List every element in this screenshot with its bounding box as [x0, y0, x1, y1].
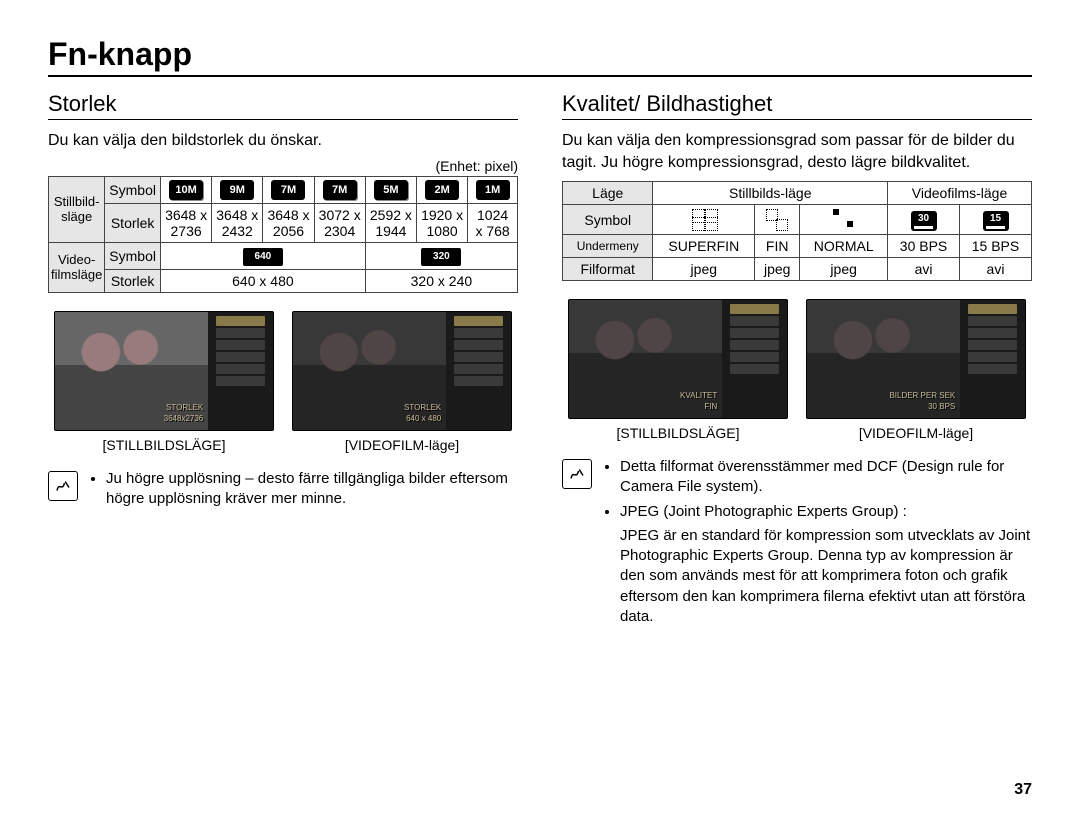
camera-screen: STORLEK 640 x 480 [292, 311, 512, 431]
symbol-label: Symbol [105, 176, 161, 203]
manual-page: Fn-knapp Storlek Du kan välja den bildst… [0, 0, 1080, 815]
size-cell: 3648 x 2056 [263, 203, 314, 242]
quality-icon [653, 205, 755, 235]
note-item: JPEG (Joint Photographic Experts Group) … [620, 502, 1032, 522]
size-cell: 2592 x 1944 [365, 203, 416, 242]
submenu-val: 15 BPS [960, 235, 1032, 258]
note-list: Detta filformat överensstämmer med DCF (… [602, 457, 1032, 522]
size-icon: 10M [160, 176, 211, 203]
storlek-label: Storlek [105, 269, 161, 292]
size-icon: 9M [212, 176, 263, 203]
video-size: 640 x 480 [160, 269, 365, 292]
video-size: 320 x 240 [365, 269, 517, 292]
size-cell: 1920 x 1080 [417, 203, 468, 242]
submenu-val: FIN [755, 235, 800, 258]
size-table: Stillbild- släge Symbol 10M 9M 7M 7M 5M … [48, 176, 518, 293]
screen-sidebar [446, 312, 511, 430]
video-icon: 320 [365, 242, 517, 269]
file-val: avi [960, 258, 1032, 281]
size-icon: 2M [417, 176, 468, 203]
content-columns: Storlek Du kan välja den bildstorlek du … [48, 91, 1032, 627]
video-mode-label: Video- filmsläge [49, 242, 105, 292]
note-item: Ju högre upplösning – desto färre tillgä… [106, 469, 518, 510]
overlay-text: STORLEK 3648x2736 [61, 402, 203, 424]
left-intro: Du kan välja den bildstorlek du önskar. [48, 130, 518, 152]
right-previews: KVALITET FIN [STILLBILDSLÄGE] BILDER PER… [562, 299, 1032, 441]
left-column: Storlek Du kan välja den bildstorlek du … [48, 91, 518, 627]
mode-label: Läge [563, 182, 653, 205]
file-val: avi [888, 258, 960, 281]
right-heading: Kvalitet/ Bildhastighet [562, 91, 1032, 120]
preview-still: KVALITET FIN [STILLBILDSLÄGE] [568, 299, 788, 441]
preview-video: BILDER PER SEK 30 BPS [VIDEOFILM-läge] [806, 299, 1026, 441]
file-val: jpeg [653, 258, 755, 281]
size-cell: 1024 x 768 [468, 203, 518, 242]
camera-screen: STORLEK 3648x2736 [54, 311, 274, 431]
submenu-val: SUPERFIN [653, 235, 755, 258]
file-val: jpeg [755, 258, 800, 281]
size-icon: 7M [314, 176, 365, 203]
note-list: Ju högre upplösning – desto färre tillgä… [88, 469, 518, 514]
size-icon: 1M [468, 176, 518, 203]
preview-video: STORLEK 640 x 480 [VIDEOFILM-läge] [292, 311, 512, 453]
left-previews: STORLEK 3648x2736 [STILLBILDSLÄGE] STORL… [48, 311, 518, 453]
fps-icon: 15 [960, 205, 1032, 235]
note-body: Detta filformat överensstämmer med DCF (… [602, 457, 1032, 627]
size-cell: 3072 x 2304 [314, 203, 365, 242]
video-icon: 640 [160, 242, 365, 269]
left-heading: Storlek [48, 91, 518, 120]
page-number: 37 [1014, 781, 1032, 799]
note-item: Detta filformat överensstämmer med DCF (… [620, 457, 1032, 498]
size-cell: 3648 x 2736 [160, 203, 211, 242]
preview-caption: [VIDEOFILM-läge] [806, 425, 1026, 441]
note-block: Ju högre upplösning – desto färre tillgä… [48, 469, 518, 514]
size-cell: 3648 x 2432 [212, 203, 263, 242]
screen-sidebar [722, 300, 787, 418]
note-block: Detta filformat överensstämmer med DCF (… [562, 457, 1032, 627]
submenu-val: 30 BPS [888, 235, 960, 258]
fps-icon: 30 [888, 205, 960, 235]
unit-label: (Enhet: pixel) [48, 158, 518, 174]
note-paragraph: JPEG är en standard för kompression som … [602, 526, 1032, 627]
preview-still: STORLEK 3648x2736 [STILLBILDSLÄGE] [54, 311, 274, 453]
quality-table: Läge Stillbilds-läge Videofilms-läge Sym… [562, 181, 1032, 281]
screen-sidebar [208, 312, 273, 430]
video-mode-header: Videofilms-läge [888, 182, 1032, 205]
submenu-label: Undermeny [563, 235, 653, 258]
right-column: Kvalitet/ Bildhastighet Du kan välja den… [562, 91, 1032, 627]
quality-icon [755, 205, 800, 235]
camera-screen: BILDER PER SEK 30 BPS [806, 299, 1026, 419]
submenu-val: NORMAL [800, 235, 888, 258]
overlay-text: STORLEK 640 x 480 [299, 402, 441, 424]
file-val: jpeg [800, 258, 888, 281]
storlek-label: Storlek [105, 203, 161, 242]
note-icon [562, 459, 592, 489]
preview-caption: [VIDEOFILM-läge] [292, 437, 512, 453]
page-title: Fn-knapp [48, 36, 1032, 77]
note-icon [48, 471, 78, 501]
right-intro: Du kan välja den kompressionsgrad som pa… [562, 130, 1032, 173]
camera-screen: KVALITET FIN [568, 299, 788, 419]
overlay-text: BILDER PER SEK 30 BPS [813, 390, 955, 412]
preview-caption: [STILLBILDSLÄGE] [568, 425, 788, 441]
preview-caption: [STILLBILDSLÄGE] [54, 437, 274, 453]
symbol-label: Symbol [105, 242, 161, 269]
quality-icon [800, 205, 888, 235]
fileformat-label: Filformat [563, 258, 653, 281]
still-mode-header: Stillbilds-läge [653, 182, 888, 205]
still-mode-label: Stillbild- släge [49, 176, 105, 242]
overlay-text: KVALITET FIN [575, 390, 717, 412]
symbol-label: Symbol [563, 205, 653, 235]
size-icon: 5M [365, 176, 416, 203]
screen-sidebar [960, 300, 1025, 418]
size-icon: 7M [263, 176, 314, 203]
